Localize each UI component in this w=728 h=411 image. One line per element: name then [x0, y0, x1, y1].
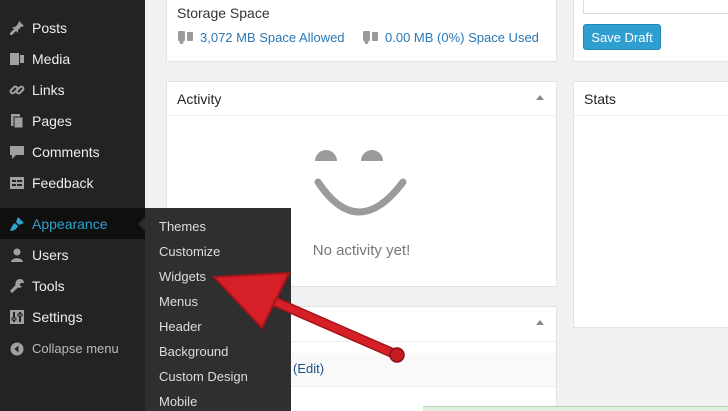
sidebar-item-pages[interactable]: Pages — [0, 105, 145, 136]
appearance-submenu: Themes Customize Widgets Menus Header Ba… — [145, 208, 291, 411]
activity-title: Activity — [177, 91, 222, 107]
sidebar-item-posts[interactable]: Posts — [0, 12, 145, 43]
wrench-icon — [7, 276, 27, 296]
sidebar-item-label: Tools — [32, 277, 65, 294]
activity-panel-header[interactable]: Activity — [167, 82, 556, 116]
user-icon — [7, 245, 27, 265]
sidebar-item-label: Settings — [32, 308, 83, 325]
submenu-item-header[interactable]: Header — [159, 316, 202, 338]
media-icon — [7, 49, 27, 69]
submenu-item-background[interactable]: Background — [159, 341, 228, 363]
sidebar-item-appearance[interactable]: Appearance — [0, 208, 146, 239]
settings-icon — [7, 307, 27, 327]
feedback-icon — [7, 173, 27, 193]
sidebar-item-comments[interactable]: Comments — [0, 136, 145, 167]
storage-icon — [362, 29, 380, 45]
comment-icon — [7, 142, 27, 162]
submenu-item-menus[interactable]: Menus — [159, 291, 198, 313]
draft-title-input[interactable] — [583, 0, 728, 14]
sidebar-item-users[interactable]: Users — [0, 239, 145, 270]
sidebar-item-settings[interactable]: Settings — [0, 301, 145, 332]
space-used-text: 0.00 MB (0%) Space Used — [385, 29, 539, 45]
submenu-item-widgets[interactable]: Widgets — [159, 266, 206, 288]
sidebar-item-label: Feedback — [32, 174, 94, 191]
space-used-link[interactable]: 0.00 MB (0%) Space Used — [362, 29, 539, 45]
stats-panel-header[interactable]: Stats — [574, 82, 728, 116]
sidebar-item-label: Media — [32, 50, 71, 67]
submenu-item-custom-design[interactable]: Custom Design — [159, 366, 248, 388]
submenu-item-themes[interactable]: Themes — [159, 216, 206, 238]
stats-title: Stats — [584, 91, 616, 107]
edit-link[interactable]: (Edit) — [293, 361, 324, 376]
space-allowed-link[interactable]: 3,072 MB Space Allowed — [177, 29, 345, 45]
space-allowed-text: 3,072 MB Space Allowed — [200, 29, 345, 45]
link-icon — [7, 80, 27, 100]
brush-icon — [7, 214, 27, 234]
sidebar-item-label: Posts — [32, 19, 68, 36]
pin-icon — [7, 18, 27, 38]
collapse-toggle-icon[interactable] — [536, 95, 544, 100]
sidebar-item-media[interactable]: Media — [0, 43, 145, 74]
admin-sidebar: Posts Media Links Pages Comments Feedbac… — [0, 0, 146, 411]
stats-panel: Stats — [573, 81, 728, 328]
sidebar-item-feedback[interactable]: Feedback — [0, 167, 145, 198]
submenu-item-mobile[interactable]: Mobile — [159, 391, 197, 411]
sidebar-item-label: Links — [32, 81, 65, 98]
collapse-toggle-icon[interactable] — [536, 320, 544, 325]
collapse-menu-label: Collapse menu — [32, 341, 119, 356]
sidebar-item-label: Appearance — [32, 215, 108, 232]
sidebar-item-links[interactable]: Links — [0, 74, 145, 105]
storage-icon — [177, 29, 195, 45]
collapse-arrow-icon — [7, 339, 27, 359]
sidebar-item-label: Comments — [32, 143, 100, 160]
smiley-icon — [314, 150, 407, 216]
pages-icon — [7, 111, 27, 131]
notice-strip — [423, 406, 728, 411]
storage-title: Storage Space — [177, 5, 270, 21]
sidebar-item-label: Users — [32, 246, 69, 263]
collapse-menu-button[interactable]: Collapse menu — [0, 333, 145, 364]
save-draft-button[interactable]: Save Draft — [583, 24, 661, 50]
sidebar-item-tools[interactable]: Tools — [0, 270, 145, 301]
submenu-item-customize[interactable]: Customize — [159, 241, 220, 263]
sidebar-item-label: Pages — [32, 112, 72, 129]
